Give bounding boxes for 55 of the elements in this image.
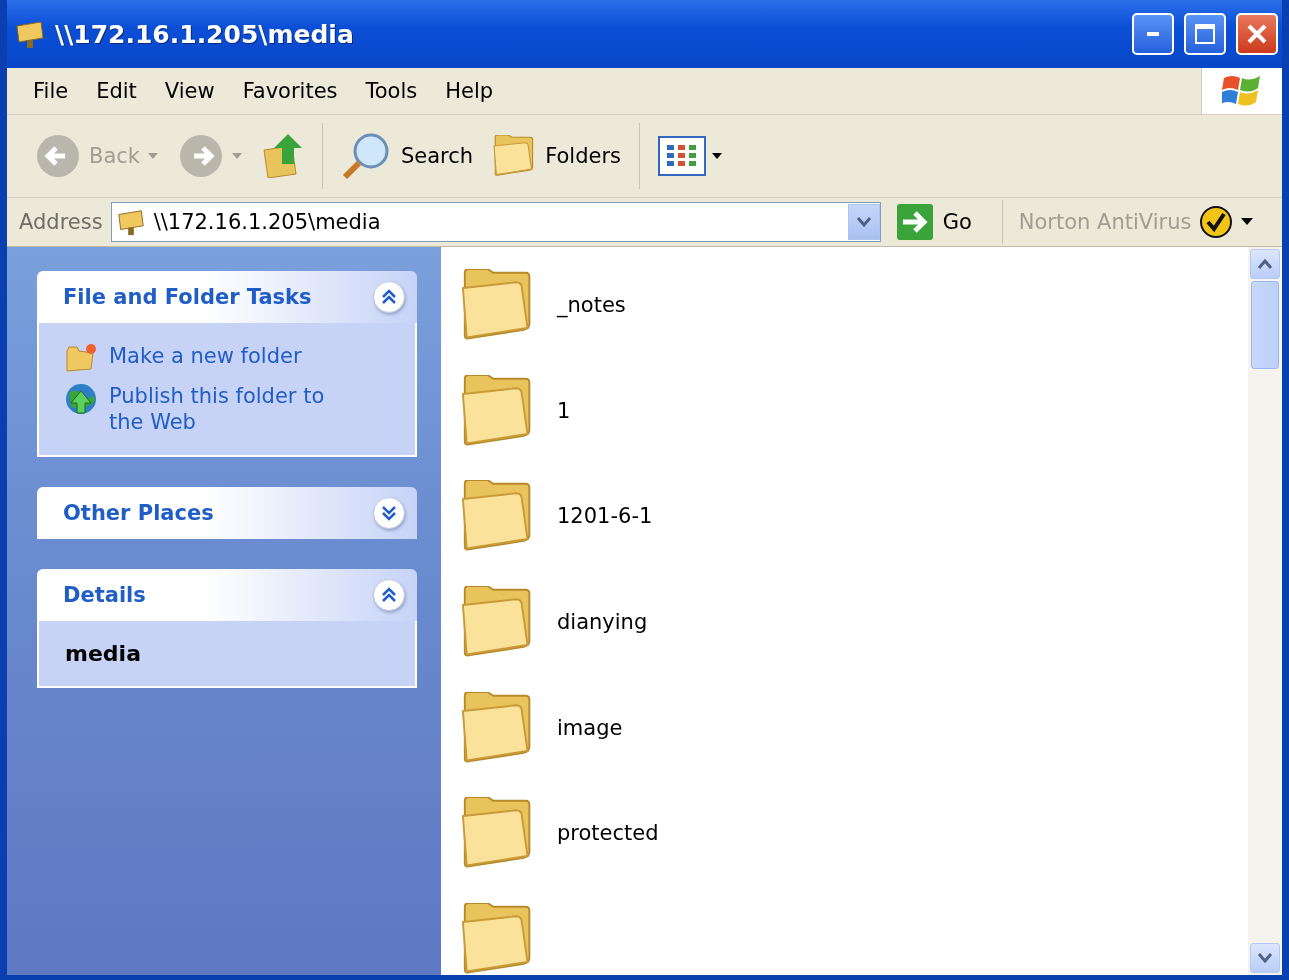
folder-item[interactable]: protected bbox=[461, 796, 1248, 870]
minimize-icon bbox=[1147, 32, 1159, 36]
new-folder-icon bbox=[65, 343, 97, 373]
folder-item[interactable]: 1 bbox=[461, 374, 1248, 448]
chevron-up-icon bbox=[1257, 258, 1273, 270]
scroll-thumb[interactable] bbox=[1251, 281, 1279, 369]
panel-title: Other Places bbox=[63, 501, 215, 525]
folder-item[interactable]: 1201-6-1 bbox=[461, 480, 1248, 553]
close-icon bbox=[1246, 23, 1268, 45]
scroll-down-button[interactable] bbox=[1250, 943, 1280, 973]
panel-header[interactable]: Details bbox=[37, 569, 417, 621]
double-chevron-up-icon bbox=[380, 288, 398, 306]
close-button[interactable] bbox=[1236, 13, 1278, 55]
collapse-button[interactable] bbox=[373, 281, 405, 313]
panel-title: File and Folder Tasks bbox=[63, 285, 313, 309]
expand-button[interactable] bbox=[373, 497, 405, 529]
chevron-down-icon bbox=[1257, 952, 1273, 964]
caret-icon bbox=[1241, 218, 1254, 226]
maximize-button[interactable] bbox=[1184, 13, 1226, 55]
minimize-button[interactable] bbox=[1132, 13, 1174, 55]
search-button[interactable]: Search bbox=[333, 127, 482, 185]
double-chevron-up-icon bbox=[380, 586, 398, 604]
double-chevron-down-icon bbox=[380, 504, 398, 522]
menu-item[interactable]: Tools bbox=[353, 79, 434, 103]
folder-up-arrow-icon bbox=[262, 134, 304, 178]
collapse-button[interactable] bbox=[373, 579, 405, 611]
window-title: \\172.16.1.205\media bbox=[55, 19, 355, 49]
menu-item[interactable]: Favorites bbox=[230, 79, 354, 103]
menu-item[interactable]: View bbox=[152, 79, 231, 103]
scroll-up-button[interactable] bbox=[1250, 249, 1280, 279]
menu-item[interactable]: Edit bbox=[84, 79, 153, 103]
chevron-down-icon bbox=[855, 216, 872, 228]
caret-icon bbox=[148, 153, 158, 159]
caret-icon bbox=[232, 153, 242, 159]
detail-name: media bbox=[65, 641, 142, 666]
check-badge-icon bbox=[1199, 205, 1234, 239]
menu-item[interactable]: Help bbox=[433, 79, 510, 103]
address-text: \\172.16.1.205\media bbox=[153, 210, 382, 234]
panel-title: Details bbox=[63, 583, 147, 607]
task-link[interactable]: Make a new folder bbox=[65, 343, 397, 373]
folders-button[interactable]: Folders bbox=[485, 131, 629, 181]
globe-upload-icon bbox=[65, 383, 97, 415]
go-button[interactable]: Go bbox=[888, 200, 1003, 244]
maximize-icon bbox=[1194, 23, 1216, 45]
address-dropdown-button[interactable] bbox=[847, 204, 880, 240]
folder-item[interactable]: _notes bbox=[461, 269, 1248, 342]
address-field[interactable]: \\172.16.1.205\media bbox=[110, 202, 881, 242]
folder-item[interactable]: dianying bbox=[461, 585, 1248, 659]
panel-header[interactable]: Other Places bbox=[37, 487, 417, 539]
views-grid-icon bbox=[658, 136, 724, 176]
menu-item[interactable]: File bbox=[21, 79, 85, 103]
address-label: Address bbox=[19, 210, 103, 234]
folder-item[interactable]: image bbox=[461, 691, 1248, 764]
panel-header[interactable]: File and Folder Tasks bbox=[37, 271, 417, 323]
task-link[interactable]: Publish this folder to the Web bbox=[65, 383, 397, 435]
